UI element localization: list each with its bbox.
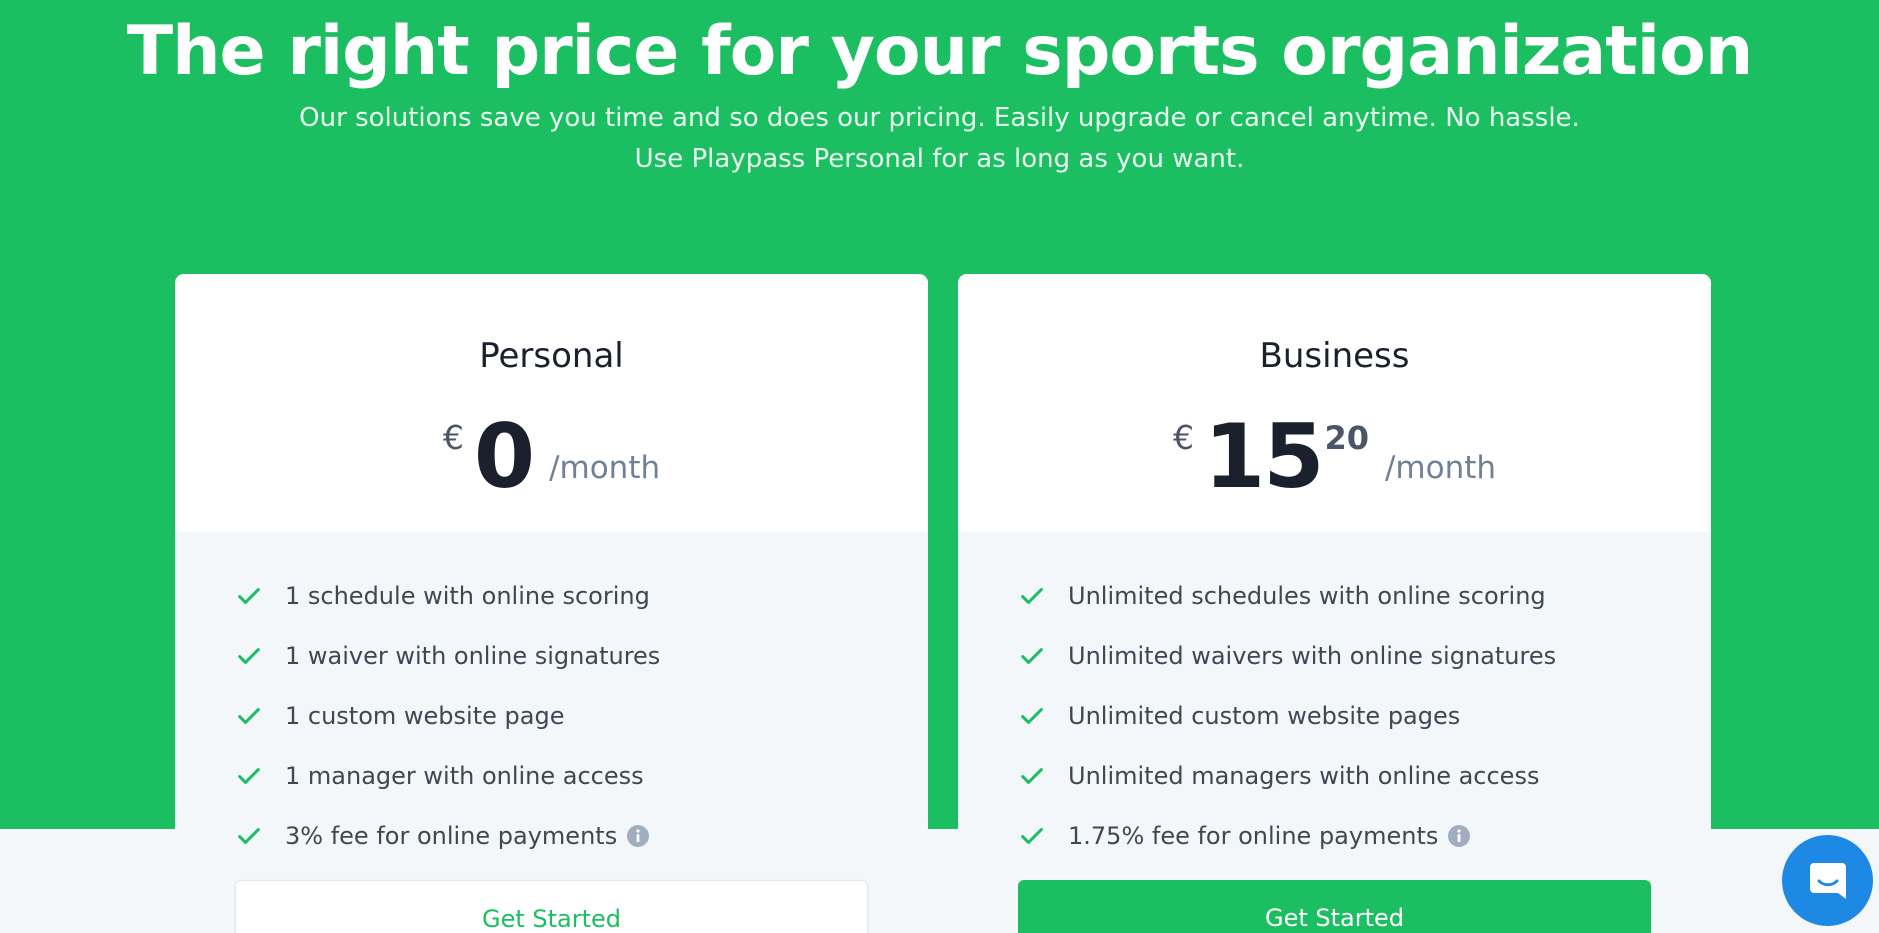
feature-text: 1 custom website page — [285, 702, 565, 730]
feature-text: Unlimited schedules with online scoring — [1068, 582, 1546, 610]
check-icon — [238, 828, 260, 844]
page-subtitle: Our solutions save you time and so does … — [0, 98, 1879, 180]
plan-price: € 15 20 /month — [958, 412, 1711, 502]
check-icon — [238, 648, 260, 664]
feature-item: Unlimited waivers with online signatures — [1018, 626, 1556, 686]
plan-name: Personal — [479, 336, 624, 376]
feature-text: 1 schedule with online scoring — [285, 582, 650, 610]
check-icon — [238, 768, 260, 784]
subtitle-line: Use Playpass Personal for as long as you… — [634, 144, 1245, 174]
subtitle-line: Our solutions save you time and so does … — [299, 103, 1580, 133]
feature-text: 3% fee for online payments — [285, 822, 618, 850]
feature-item: Unlimited managers with online access — [1018, 746, 1556, 806]
price-period: /month — [549, 450, 661, 486]
info-icon[interactable] — [1447, 824, 1471, 848]
feature-item: 1.75% fee for online payments — [1018, 806, 1556, 866]
feature-item: 1 manager with online access — [235, 746, 660, 806]
feature-list: Unlimited schedules with online scoring … — [1018, 566, 1556, 866]
plan-card-business: Business € 15 20 /month Unlimited schedu… — [958, 274, 1711, 933]
check-icon — [1021, 588, 1043, 604]
get-started-button[interactable]: Get Started — [235, 880, 868, 933]
feature-text: Unlimited waivers with online signatures — [1068, 642, 1557, 670]
feature-list: 1 schedule with online scoring 1 waiver … — [235, 566, 660, 866]
plan-name: Business — [1259, 336, 1410, 376]
currency-symbol: € — [442, 418, 464, 457]
info-icon[interactable] — [626, 824, 650, 848]
check-icon — [238, 708, 260, 724]
check-icon — [238, 588, 260, 604]
feature-text: Unlimited managers with online access — [1068, 762, 1540, 790]
check-icon — [1021, 828, 1043, 844]
feature-item: 1 schedule with online scoring — [235, 566, 660, 626]
pricing-page: The right price for your sports organiza… — [0, 0, 1879, 933]
plan-header: Business € 15 20 /month — [958, 274, 1711, 532]
feature-item: 1 waiver with online signatures — [235, 626, 660, 686]
check-icon — [1021, 768, 1043, 784]
price-period: /month — [1384, 450, 1497, 486]
price-amount: 0 — [473, 405, 535, 508]
plan-price: € 0 /month — [175, 412, 928, 502]
feature-item: 1 custom website page — [235, 686, 660, 746]
check-icon — [1021, 648, 1043, 664]
feature-text: Unlimited custom website pages — [1068, 702, 1461, 730]
plan-card-personal: Personal € 0 /month 1 schedule with onli… — [175, 274, 928, 933]
plan-header: Personal € 0 /month — [175, 274, 928, 532]
chat-launcher-button[interactable] — [1782, 835, 1873, 926]
feature-text: 1.75% fee for online payments — [1068, 822, 1439, 850]
feature-text: 1 waiver with online signatures — [285, 642, 661, 670]
currency-symbol: € — [1172, 418, 1194, 457]
feature-item: 3% fee for online payments — [235, 806, 660, 866]
chat-icon — [1809, 862, 1846, 899]
feature-item: Unlimited schedules with online scoring — [1018, 566, 1556, 626]
price-amount: 15 — [1203, 405, 1324, 508]
price-cents: 20 — [1324, 419, 1369, 457]
page-title: The right price for your sports organiza… — [126, 12, 1754, 91]
get-started-button[interactable]: Get Started — [1018, 880, 1651, 933]
check-icon — [1021, 708, 1043, 724]
feature-item: Unlimited custom website pages — [1018, 686, 1556, 746]
feature-text: 1 manager with online access — [285, 762, 644, 790]
